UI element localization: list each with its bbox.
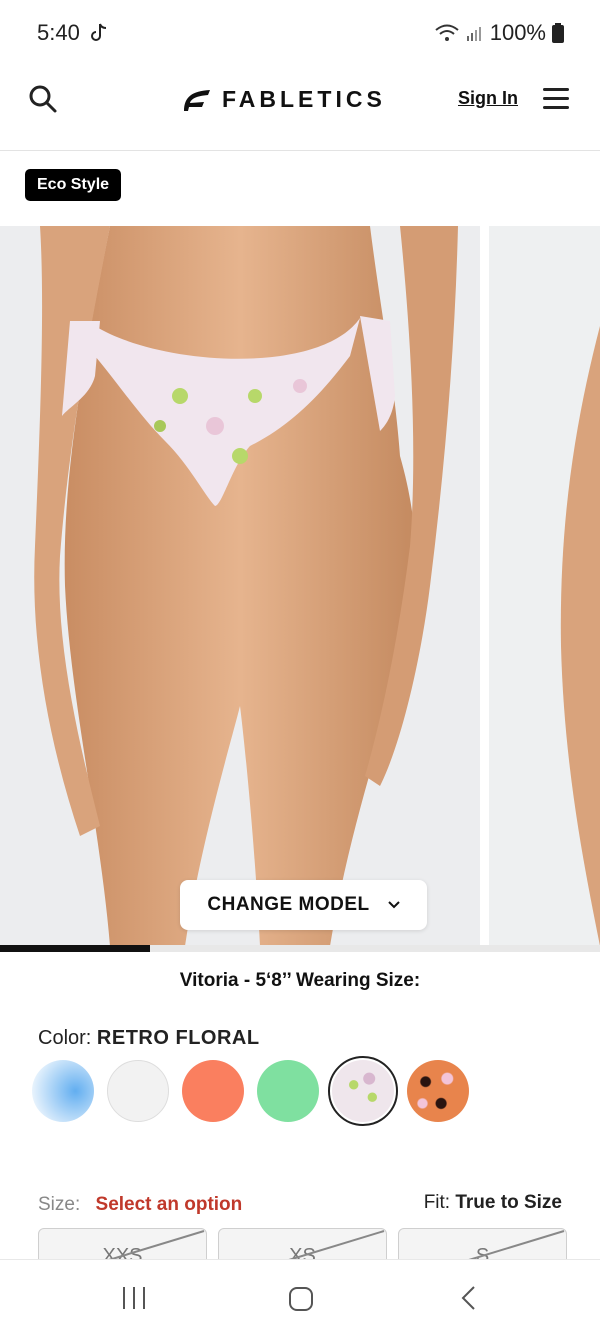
eco-style-badge: Eco Style	[25, 169, 122, 201]
swatch-leopard[interactable]	[407, 1060, 469, 1122]
back-icon[interactable]	[460, 1285, 476, 1311]
size-prompt: Select an option	[95, 1194, 243, 1215]
swatch-mint[interactable]	[257, 1060, 319, 1122]
color-label: Color: RETRO FLORAL	[38, 1027, 260, 1050]
product-gallery[interactable]: CHANGE MODEL	[0, 226, 600, 946]
product-image-next[interactable]	[489, 226, 600, 946]
fit-label: Fit: True to Size	[424, 1192, 562, 1214]
swatch-coral[interactable]	[182, 1060, 244, 1122]
fabletics-logo-icon	[184, 89, 210, 111]
change-model-button[interactable]: CHANGE MODEL	[180, 880, 427, 930]
brand-logo[interactable]: FABLETICS	[180, 86, 386, 113]
battery-level: 100%	[489, 20, 546, 45]
site-header: FABLETICS Sign In	[0, 68, 600, 151]
system-nav-bar	[0, 1259, 600, 1334]
color-swatches	[32, 1056, 469, 1126]
search-icon[interactable]	[28, 84, 58, 114]
swatch-retro-floral[interactable]	[328, 1056, 398, 1126]
swatch-blue[interactable]	[32, 1060, 94, 1122]
product-image-main[interactable]	[0, 226, 480, 946]
tiktok-icon	[91, 23, 107, 41]
size-label: Size: Select an option	[38, 1194, 242, 1216]
signal-icon	[466, 27, 481, 41]
chevron-down-icon	[387, 901, 400, 909]
sign-in-link[interactable]: Sign In	[458, 88, 518, 109]
change-model-label: CHANGE MODEL	[207, 894, 370, 915]
model-illustration	[34, 226, 458, 946]
swatch-white[interactable]	[107, 1060, 169, 1122]
status-time: 5:40	[37, 20, 80, 45]
selected-color-name: RETRO FLORAL	[96, 1027, 260, 1049]
fit-label-text: Fit:	[423, 1192, 451, 1213]
color-label-text: Color:	[38, 1027, 92, 1049]
fit-value: True to Size	[455, 1192, 562, 1213]
menu-icon[interactable]	[543, 86, 569, 112]
battery-icon	[552, 23, 564, 43]
brand-name: FABLETICS	[222, 86, 386, 112]
size-label-text: Size:	[38, 1194, 81, 1215]
recent-apps-icon[interactable]	[122, 1287, 146, 1309]
status-bar: 5:40 100%	[0, 0, 600, 68]
gallery-progress	[0, 945, 600, 952]
gallery-progress-fill	[0, 945, 150, 952]
home-icon[interactable]	[288, 1286, 314, 1312]
model-info: Vitoria - 5‘8’’ Wearing Size:	[179, 970, 421, 991]
wifi-icon	[435, 24, 459, 41]
